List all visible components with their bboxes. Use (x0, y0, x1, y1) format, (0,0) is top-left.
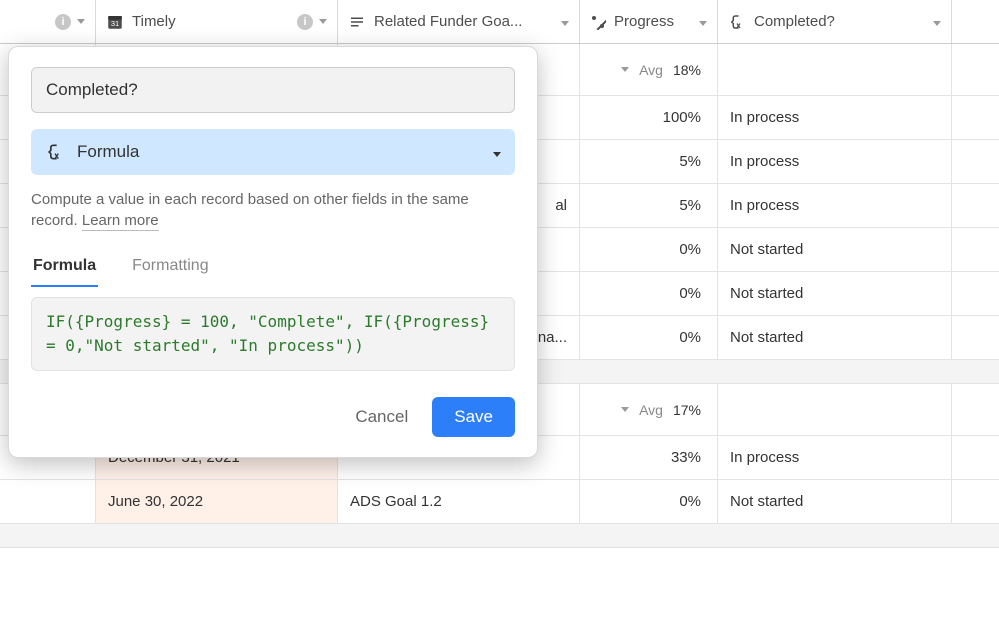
cell-completed: In process (718, 436, 952, 479)
field-config-popover: Formula Compute a value in each record b… (8, 46, 538, 458)
column-header-blank[interactable]: i (0, 0, 96, 43)
cell-progress: 100% (580, 96, 718, 139)
chevron-down-icon (621, 67, 629, 72)
avg-label: Avg (639, 402, 663, 418)
cell-progress: 33% (580, 436, 718, 479)
cell-progress: 5% (580, 140, 718, 183)
chevron-down-icon (493, 142, 501, 162)
cell-completed: Not started (718, 316, 952, 359)
group-avg[interactable]: Avg 18% (580, 44, 718, 95)
cancel-button[interactable]: Cancel (355, 407, 408, 427)
chevron-down-icon (621, 407, 629, 412)
save-button[interactable]: Save (432, 397, 515, 437)
group-avg[interactable]: Avg 17% (580, 384, 718, 435)
svg-text:31: 31 (111, 18, 119, 27)
cell-completed: Not started (718, 272, 952, 315)
info-icon: i (55, 14, 71, 30)
field-name-input[interactable] (31, 67, 515, 113)
cell-completed: In process (718, 184, 952, 227)
table-row[interactable]: June 30, 2022 ADS Goal 1.2 0% Not starte… (0, 480, 999, 524)
calendar-icon: 31 (106, 13, 124, 31)
cell-related: ADS Goal 1.2 (338, 480, 580, 523)
column-headers: i 31 Timely i Related Funder Goa... Prog… (0, 0, 999, 44)
field-type-select[interactable]: Formula (31, 129, 515, 175)
chevron-down-icon[interactable] (561, 13, 569, 30)
column-header-progress[interactable]: Progress (580, 0, 718, 43)
tab-formula[interactable]: Formula (31, 247, 98, 287)
cell-progress: 0% (580, 480, 718, 523)
group-separator (0, 524, 999, 548)
config-tabs: Formula Formatting (31, 247, 515, 287)
cell-progress: 5% (580, 184, 718, 227)
column-label: Related Funder Goa... (374, 13, 522, 30)
avg-value: 17% (673, 402, 701, 418)
avg-label: Avg (639, 62, 663, 78)
cell-timely: June 30, 2022 (96, 480, 338, 523)
info-icon: i (297, 14, 313, 30)
cell-completed: Not started (718, 228, 952, 271)
column-label: Timely (132, 13, 176, 30)
chevron-down-icon[interactable] (699, 13, 707, 30)
text-icon (348, 13, 366, 31)
column-label: Completed? (754, 13, 835, 30)
field-type-description: Compute a value in each record based on … (31, 189, 515, 231)
cell-completed: In process (718, 96, 952, 139)
column-header-related-funder-goal[interactable]: Related Funder Goa... (338, 0, 580, 43)
learn-more-link[interactable]: Learn more (82, 212, 159, 231)
chevron-down-icon[interactable] (933, 13, 941, 30)
cell-completed: Not started (718, 480, 952, 523)
chevron-down-icon (319, 19, 327, 24)
cell-progress: 0% (580, 272, 718, 315)
avg-value: 18% (673, 62, 701, 78)
formula-editor[interactable]: IF({Progress} = 100, "Complete", IF({Pro… (31, 297, 515, 371)
formula-icon (728, 13, 746, 31)
cell-progress: 0% (580, 228, 718, 271)
percent-icon (590, 14, 606, 30)
cell-completed: In process (718, 140, 952, 183)
column-menu[interactable]: i (297, 14, 327, 30)
popover-actions: Cancel Save (31, 397, 515, 437)
tab-formatting[interactable]: Formatting (130, 247, 210, 287)
cell-progress: 0% (580, 316, 718, 359)
column-label: Progress (614, 13, 674, 30)
column-header-timely[interactable]: 31 Timely i (96, 0, 338, 43)
field-type-label: Formula (77, 142, 139, 162)
formula-icon (45, 142, 65, 163)
chevron-down-icon (77, 19, 85, 24)
column-header-completed[interactable]: Completed? (718, 0, 952, 43)
